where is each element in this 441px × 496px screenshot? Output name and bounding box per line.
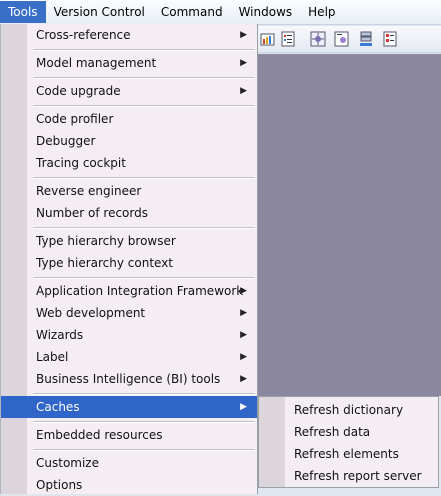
server-icon[interactable]: [358, 31, 374, 47]
menu-item-embedded-resources[interactable]: Embedded resources: [27, 424, 257, 446]
submenu-arrow-icon: ▶: [240, 58, 247, 68]
menu-item-cross-reference[interactable]: Cross-reference ▶: [27, 24, 257, 46]
menu-item-label: Application Integration Framework: [36, 284, 244, 298]
submenu-arrow-icon: ▶: [240, 308, 247, 318]
menubar-help[interactable]: Help: [300, 1, 343, 23]
menu-item-label: Code upgrade: [36, 84, 121, 98]
menu-item-label: Business Intelligence (BI) tools: [36, 372, 221, 386]
submenu-item-refresh-dictionary[interactable]: Refresh dictionary: [285, 399, 441, 421]
menu-item-wizards[interactable]: Wizards ▶: [27, 324, 257, 346]
menu-item-label-submenu[interactable]: Label ▶: [27, 346, 257, 368]
menubar-version-control[interactable]: Version Control: [46, 1, 153, 23]
menu-item-application-integration-framework[interactable]: Application Integration Framework ▶: [27, 280, 257, 302]
menu-icon-gutter: [1, 24, 27, 494]
menu-separator: [33, 393, 255, 395]
menu-bar: Tools Version Control Command Windows He…: [0, 0, 441, 25]
menu-item-caches[interactable]: Caches ▶: [1, 396, 257, 418]
submenu-item-refresh-data[interactable]: Refresh data: [285, 421, 441, 443]
chart-icon[interactable]: [260, 31, 276, 47]
menu-separator: [33, 105, 255, 107]
gear-document-icon[interactable]: [334, 31, 350, 47]
menu-separator: [33, 77, 255, 79]
list-view-icon[interactable]: [280, 31, 296, 47]
menu-item-business-intelligence-tools[interactable]: Business Intelligence (BI) tools ▶: [27, 368, 257, 390]
menu-separator: [33, 421, 255, 423]
tools-menu: Cross-reference ▶ Model management ▶ Code …: [0, 24, 258, 494]
menu-item-tracing-cockpit[interactable]: Tracing cockpit: [27, 152, 257, 174]
menu-item-code-profiler[interactable]: Code profiler: [27, 108, 257, 130]
menu-item-number-of-records[interactable]: Number of records: [27, 202, 257, 224]
menu-separator: [33, 449, 255, 451]
menu-item-type-hierarchy-context[interactable]: Type hierarchy context: [27, 252, 257, 274]
menu-item-options[interactable]: Options: [27, 474, 257, 496]
checklist-icon[interactable]: [382, 31, 398, 47]
submenu-icon-gutter: [259, 397, 285, 487]
menubar-command[interactable]: Command: [153, 1, 231, 23]
menu-item-type-hierarchy-browser[interactable]: Type hierarchy browser: [27, 230, 257, 252]
menu-separator: [33, 227, 255, 229]
menu-item-label: Wizards: [36, 328, 84, 342]
menubar-windows[interactable]: Windows: [231, 1, 301, 23]
menu-item-label: Web development: [36, 306, 146, 320]
menu-item-label: Caches: [36, 400, 80, 414]
menu-item-label: Label: [36, 350, 69, 364]
submenu-arrow-icon: ▶: [240, 402, 247, 412]
menu-item-label: Model management: [36, 56, 157, 70]
workspace-area: [258, 54, 441, 396]
toolbar: [258, 26, 441, 53]
submenu-arrow-icon: ▶: [240, 286, 247, 296]
menu-separator: [33, 49, 255, 51]
caches-submenu: Refresh dictionary Refresh data Refresh …: [258, 396, 439, 488]
menu-item-customize[interactable]: Customize: [27, 452, 257, 474]
grid-settings-icon[interactable]: [310, 31, 326, 47]
submenu-arrow-icon: ▶: [240, 330, 247, 340]
submenu-arrow-icon: ▶: [240, 86, 247, 96]
menu-item-reverse-engineer[interactable]: Reverse engineer: [27, 180, 257, 202]
submenu-arrow-icon: ▶: [240, 30, 247, 40]
menu-item-model-management[interactable]: Model management ▶: [27, 52, 257, 74]
submenu-item-refresh-report-server[interactable]: Refresh report server: [285, 465, 441, 487]
menu-item-code-upgrade[interactable]: Code upgrade ▶: [27, 80, 257, 102]
menu-item-label: Cross-reference: [36, 28, 131, 42]
menu-separator: [33, 177, 255, 179]
menu-item-debugger[interactable]: Debugger: [27, 130, 257, 152]
submenu-arrow-icon: ▶: [240, 374, 247, 384]
menu-item-web-development[interactable]: Web development ▶: [27, 302, 257, 324]
menubar-tools[interactable]: Tools: [0, 1, 46, 23]
submenu-item-refresh-elements[interactable]: Refresh elements: [285, 443, 441, 465]
menu-separator: [33, 277, 255, 279]
submenu-arrow-icon: ▶: [240, 352, 247, 362]
